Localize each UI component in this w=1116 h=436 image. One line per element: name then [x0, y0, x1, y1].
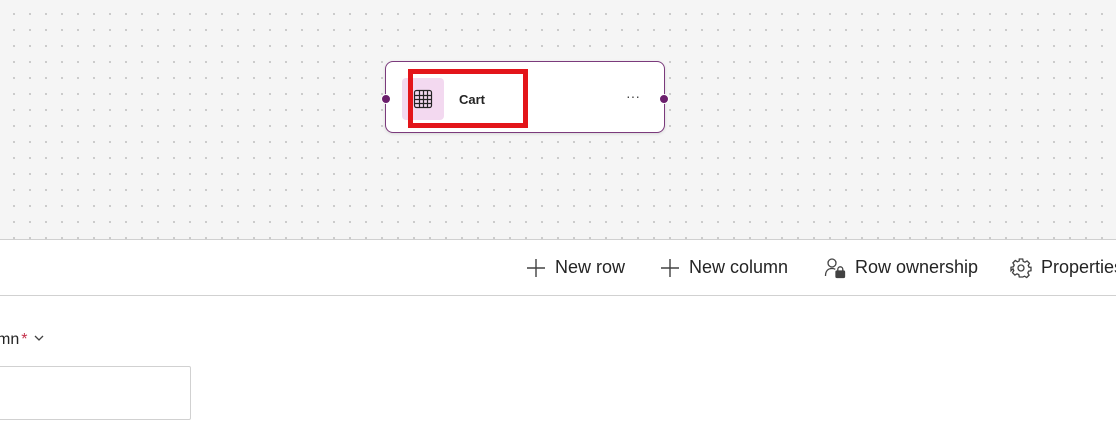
person-lock-icon — [824, 257, 846, 279]
table-grid-icon — [402, 78, 444, 120]
properties-label: Properties — [1041, 257, 1116, 277]
table-node-cart[interactable]: Cart ··· — [381, 61, 669, 133]
field-label-text: mn — [0, 331, 20, 349]
command-bar: New row New column Row ownership Propert… — [0, 240, 1116, 296]
row-ownership-button[interactable]: Row ownership — [824, 240, 978, 295]
row-ownership-label: Row ownership — [855, 257, 979, 277]
required-indicator: * — [21, 331, 28, 349]
more-options-button[interactable]: ··· — [626, 88, 640, 104]
node-connector-left[interactable] — [381, 94, 391, 104]
chevron-down-icon[interactable] — [33, 331, 45, 349]
diagram-canvas[interactable]: Cart ··· — [0, 0, 1116, 240]
new-column-label: New column — [689, 257, 789, 277]
gear-icon — [1010, 257, 1032, 279]
properties-button[interactable]: Properties — [1010, 240, 1116, 295]
node-title: Cart — [459, 92, 486, 107]
new-row-button[interactable]: New row — [526, 240, 625, 295]
primary-column-label[interactable]: mn * — [0, 331, 45, 349]
plus-icon — [660, 258, 680, 278]
new-row-label: New row — [555, 257, 626, 277]
primary-column-input[interactable] — [0, 366, 191, 420]
new-column-button[interactable]: New column — [660, 240, 788, 295]
plus-icon — [526, 258, 546, 278]
node-connector-right[interactable] — [659, 94, 669, 104]
form-area: mn * — [0, 296, 1116, 436]
